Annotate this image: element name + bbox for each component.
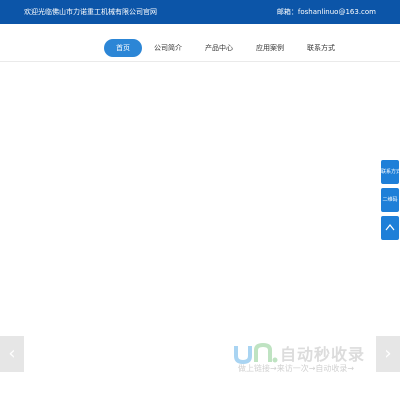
side-qrcode-button[interactable]: 二维码 bbox=[381, 188, 399, 212]
watermark: 自动秒收录 做上链接→来访一次→自动收录→ bbox=[232, 340, 382, 380]
nav-item-cases[interactable]: 应用案例 bbox=[251, 39, 289, 57]
main-nav: 首页 公司简介 产品中心 应用案例 联系方式 bbox=[0, 39, 400, 57]
welcome-text: 欢迎光临佛山市力诺重工机械有限公司官网 bbox=[24, 8, 157, 16]
chevron-up-icon bbox=[385, 224, 395, 231]
nav-item-contact[interactable]: 联系方式 bbox=[302, 39, 340, 57]
nav-item-about[interactable]: 公司简介 bbox=[149, 39, 187, 57]
nav-item-products[interactable]: 产品中心 bbox=[200, 39, 238, 57]
chevron-right-icon: › bbox=[384, 343, 392, 364]
back-to-top-button[interactable] bbox=[381, 216, 399, 240]
side-contact-button[interactable]: 联系方式 bbox=[381, 160, 399, 184]
chevron-left-icon: ‹ bbox=[8, 343, 16, 364]
email-text: 邮箱：foshanlinuo@163.com bbox=[276, 8, 376, 16]
watermark-title: 自动秒收录 bbox=[280, 345, 366, 364]
nav-divider bbox=[0, 61, 400, 62]
watermark-subtitle: 做上链接→来访一次→自动收录→ bbox=[238, 364, 355, 373]
top-bar: 欢迎光临佛山市力诺重工机械有限公司官网 邮箱：foshanlinuo@163.c… bbox=[0, 0, 400, 24]
nav-item-home[interactable]: 首页 bbox=[104, 39, 142, 57]
slider-prev-button[interactable]: ‹ bbox=[0, 336, 24, 372]
